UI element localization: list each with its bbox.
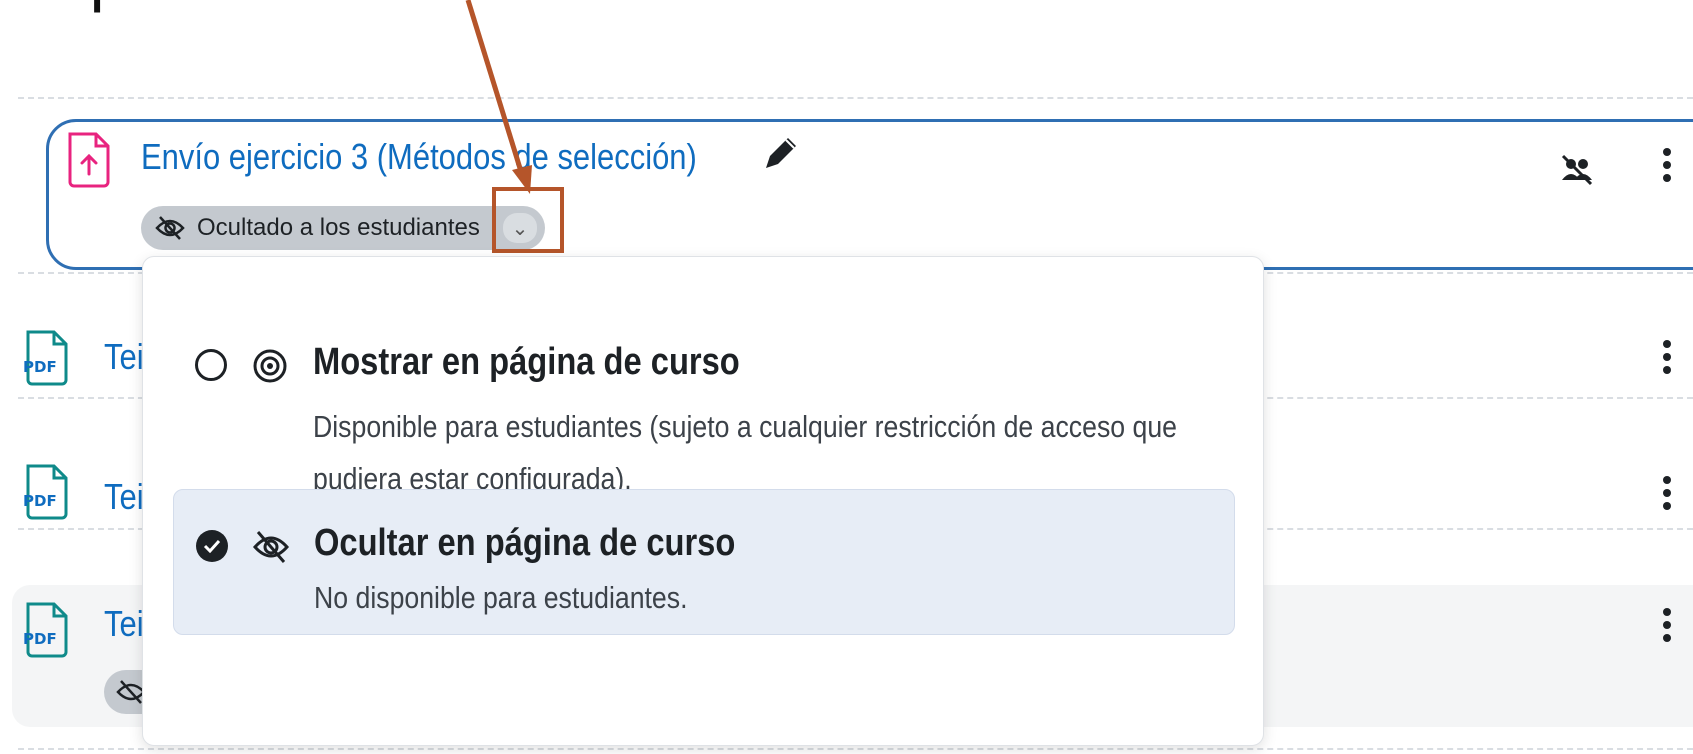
- pdf-file-icon: PDF: [23, 602, 68, 658]
- badge-label: Ocultado a los estudiantes: [197, 214, 480, 241]
- kebab-menu-icon[interactable]: [1660, 148, 1674, 188]
- eye-slash-icon: [252, 531, 290, 563]
- eye-slash-icon: [155, 216, 185, 240]
- pencil-icon[interactable]: [760, 134, 800, 174]
- pdf-file-icon: PDF: [23, 330, 68, 386]
- option-title: Ocultar en página de curso: [314, 522, 736, 564]
- eye-icon: [253, 349, 287, 383]
- kebab-menu-icon[interactable]: [1660, 608, 1674, 648]
- separator: [18, 97, 1693, 99]
- visibility-status-badge[interactable]: Ocultado a los estudiantes ⌄: [141, 206, 545, 250]
- radio-checked-icon: [196, 530, 228, 562]
- annotation-highlight-box: [492, 187, 564, 253]
- visibility-dropdown-menu: Mostrar en página de curso Disponible pa…: [142, 256, 1264, 746]
- separator: [18, 748, 1693, 750]
- no-groups-icon[interactable]: [1559, 152, 1595, 188]
- kebab-menu-icon[interactable]: [1660, 340, 1674, 380]
- pdf-file-icon: PDF: [23, 464, 68, 520]
- option-title: Mostrar en página de curso: [313, 341, 740, 383]
- svg-text:PDF: PDF: [23, 492, 57, 510]
- option-show-on-course-page[interactable]: Mostrar en página de curso Disponible pa…: [173, 297, 1235, 497]
- tutorial-caption: ropio elemento oculto.: [20, 0, 786, 15]
- option-description: No disponible para estudiantes.: [314, 580, 688, 615]
- option-hide-on-course-page[interactable]: Ocultar en página de curso No disponible…: [173, 489, 1235, 635]
- radio-unselected-icon: [195, 349, 227, 381]
- svg-text:PDF: PDF: [23, 630, 57, 648]
- activity-title-link[interactable]: Envío ejercicio 3 (Métodos de selección): [141, 136, 787, 178]
- kebab-menu-icon[interactable]: [1660, 476, 1674, 516]
- svg-text:PDF: PDF: [23, 358, 57, 376]
- upload-file-icon: [68, 132, 110, 188]
